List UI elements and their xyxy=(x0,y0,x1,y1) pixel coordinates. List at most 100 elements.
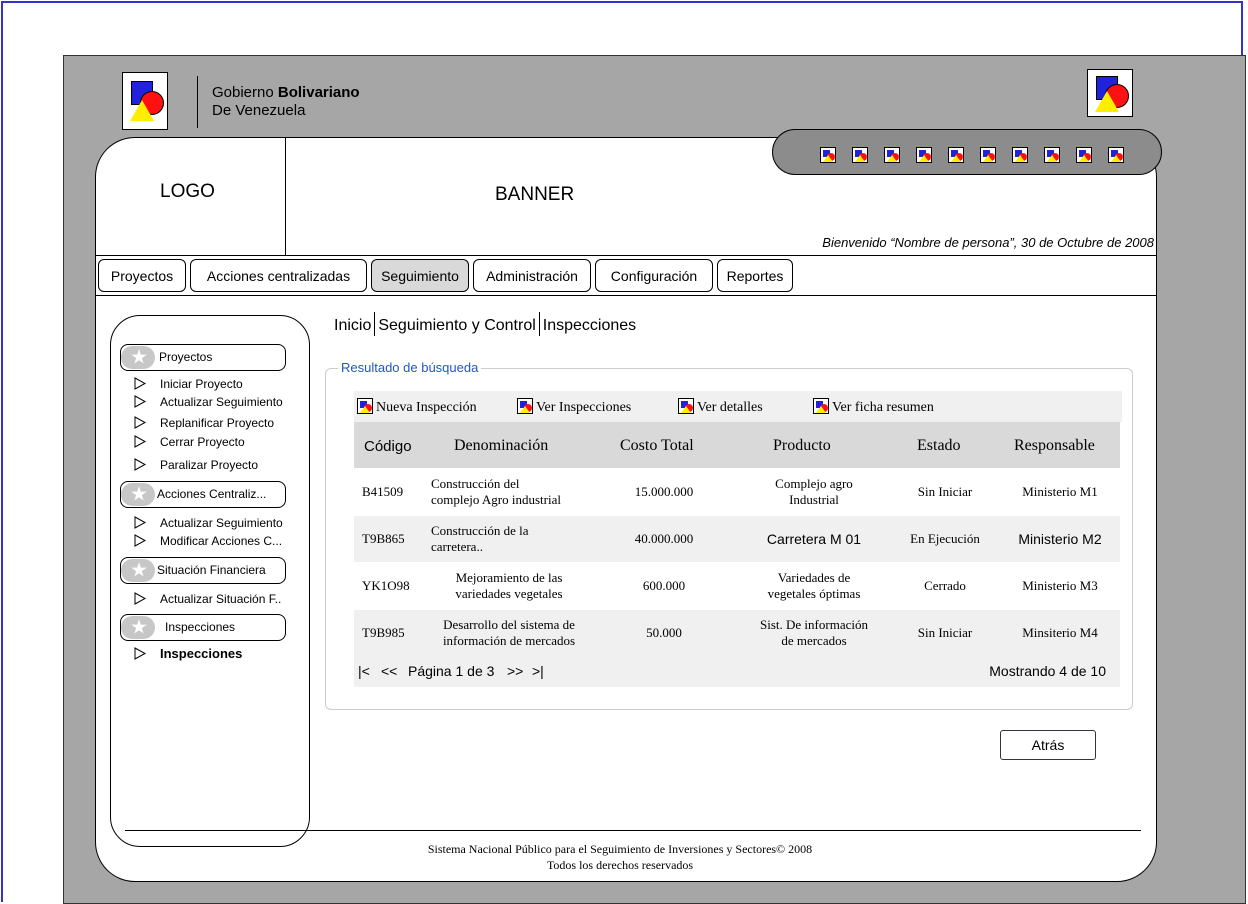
cell-line: información de mercados xyxy=(442,633,576,648)
sidebar-section-acciones[interactable]: Acciones Centraliz... xyxy=(120,481,286,508)
ver-ficha-resumen-button[interactable]: Ver ficha resumen xyxy=(813,398,934,416)
triangle-right-icon xyxy=(134,377,146,390)
sidebar-item-label: Actualizar Situación F.. xyxy=(160,592,282,606)
app-icon xyxy=(357,398,373,414)
sidebar-item-label: Replanificar Proyecto xyxy=(160,416,275,430)
government-title: Gobierno Bolivariano De Venezuela xyxy=(212,84,360,120)
banner-divider xyxy=(285,137,286,255)
sidebar-item[interactable]: Actualizar Seguimiento xyxy=(134,515,283,531)
ver-inspecciones-button[interactable]: Ver Inspecciones xyxy=(517,398,631,416)
breadcrumb-inicio[interactable]: Inicio xyxy=(334,317,371,334)
cell-responsable: Ministerio M1 xyxy=(1022,484,1098,499)
sidebar-item-label: Actualizar Seguimiento xyxy=(160,395,283,409)
pager-last[interactable]: >| xyxy=(532,663,544,679)
tabs-bottom-line xyxy=(95,295,1157,296)
header-divider xyxy=(197,76,198,128)
cell-codigo: T9B865 xyxy=(362,531,405,546)
star-icon xyxy=(121,483,155,506)
sidebar-section-label: Proyectos xyxy=(159,350,213,364)
sidebar-item-label: Cerrar Proyecto xyxy=(160,435,245,449)
sidebar-item[interactable]: Modificar Acciones C... xyxy=(134,533,282,549)
government-title-bold: Bolivariano xyxy=(277,84,360,101)
column-header-responsable: Responsable xyxy=(1014,437,1095,454)
action-label: Ver ficha resumen xyxy=(832,400,934,415)
cell-responsable: Minsiterio M4 xyxy=(1022,625,1098,640)
triangle-right-icon xyxy=(134,435,146,448)
cell-codigo: T9B985 xyxy=(362,625,405,640)
star-icon xyxy=(121,346,155,369)
government-title-prefix: Gobierno xyxy=(212,84,274,101)
tab-proyectos[interactable]: Proyectos xyxy=(98,259,186,292)
tab-configuracion[interactable]: Configuración xyxy=(595,259,713,292)
pager-next[interactable]: >> xyxy=(507,663,523,679)
triangle-right-icon xyxy=(134,592,146,605)
app-icon[interactable] xyxy=(1076,147,1092,163)
sidebar-section-label: Inspecciones xyxy=(165,620,236,634)
pager-first[interactable]: |< xyxy=(358,663,370,679)
sidebar-item[interactable]: Iniciar Proyecto xyxy=(134,376,243,392)
tab-seguimiento[interactable]: Seguimiento xyxy=(371,259,469,292)
sidebar-item[interactable]: Paralizar Proyecto xyxy=(134,457,258,473)
app-icon[interactable] xyxy=(1012,147,1028,163)
triangle-right-icon xyxy=(134,534,146,547)
tab-acciones-centralizadas[interactable]: Acciones centralizadas xyxy=(190,259,367,292)
sidebar-section-label: Situación Financiera xyxy=(157,563,266,577)
triangle-right-icon xyxy=(134,516,146,529)
breadcrumb: Inicio Seguimiento y Control Inspecciones xyxy=(334,312,636,336)
app-icon[interactable] xyxy=(884,147,900,163)
footer: Sistema Nacional Público para el Seguimi… xyxy=(300,841,940,873)
sidebar-item-label: Inspecciones xyxy=(160,646,243,661)
app-icon[interactable] xyxy=(1044,147,1060,163)
nueva-inspeccion-button[interactable]: Nueva Inspección xyxy=(357,398,477,416)
triangle-right-icon xyxy=(134,416,146,429)
sidebar-item[interactable]: Cerrar Proyecto xyxy=(134,434,245,450)
column-header-costo-total: Costo Total xyxy=(620,437,694,454)
app-icon[interactable] xyxy=(852,147,868,163)
tab-reportes[interactable]: Reportes xyxy=(717,259,793,292)
sidebar-item[interactable]: Actualizar Situación F.. xyxy=(134,591,281,607)
table-pager: |< << Página 1 de 3 >> >| Mostrando 4 de… xyxy=(354,656,1120,687)
action-label: Ver Inspecciones xyxy=(536,400,632,415)
app-icon[interactable] xyxy=(948,147,964,163)
app-icon[interactable] xyxy=(916,147,932,163)
app-icon[interactable] xyxy=(980,147,996,163)
cell-denominacion: Desarrollo del sistema de información de … xyxy=(419,617,599,649)
column-header-producto: Producto xyxy=(773,437,831,454)
star-icon xyxy=(121,559,155,582)
app-icon[interactable] xyxy=(820,147,836,163)
government-logo-icon xyxy=(122,72,168,130)
sidebar-section-inspecciones[interactable]: Inspecciones xyxy=(120,614,286,641)
sidebar-item[interactable]: Actualizar Seguimiento xyxy=(134,394,283,410)
cell-line: complejo Agro industrial xyxy=(431,492,561,507)
results-legend: Resultado de búsqueda xyxy=(338,360,482,375)
sidebar-item[interactable]: Inspecciones xyxy=(134,646,242,662)
ver-detalles-button[interactable]: Ver detalles xyxy=(678,398,763,416)
column-header-codigo: Código xyxy=(364,438,412,455)
logo-placeholder: LOGO xyxy=(160,181,215,202)
cell-line: Mejoramiento de las xyxy=(455,570,563,585)
breadcrumb-seguimiento-control[interactable]: Seguimiento y Control xyxy=(378,317,535,334)
app-icon xyxy=(813,398,829,414)
column-header-estado: Estado xyxy=(917,437,961,454)
tab-administracion[interactable]: Administración xyxy=(473,259,591,292)
triangle-right-icon xyxy=(134,458,146,471)
banner-placeholder: BANNER xyxy=(495,184,575,205)
sidebar-section-proyectos[interactable]: Proyectos xyxy=(120,344,286,371)
pager-prev[interactable]: << xyxy=(381,663,397,679)
sidebar-item[interactable]: Replanificar Proyecto xyxy=(134,415,274,431)
cell-line: Construcción del xyxy=(431,476,520,491)
quick-toolbar xyxy=(772,129,1162,175)
cell-line: Desarrollo del sistema de xyxy=(443,617,575,632)
footer-line xyxy=(125,830,1141,831)
cell-line: Construcción de la xyxy=(431,523,529,538)
sidebar-item-label: Actualizar Seguimiento xyxy=(160,516,283,530)
cell-denominacion: Construcción del complejo Agro industrial xyxy=(431,476,561,508)
welcome-message: Bienvenido “Nombre de persona”, 30 de Oc… xyxy=(822,235,1154,250)
back-button[interactable]: Atrás xyxy=(1000,730,1096,760)
sidebar-section-situacion-financiera[interactable]: Situación Financiera xyxy=(120,557,286,584)
app-icon xyxy=(517,398,533,414)
cell-line: carretera.. xyxy=(431,539,483,554)
app-icon[interactable] xyxy=(1108,147,1124,163)
pager-showing: Mostrando 4 de 10 xyxy=(989,663,1106,679)
action-label: Ver detalles xyxy=(697,400,763,415)
